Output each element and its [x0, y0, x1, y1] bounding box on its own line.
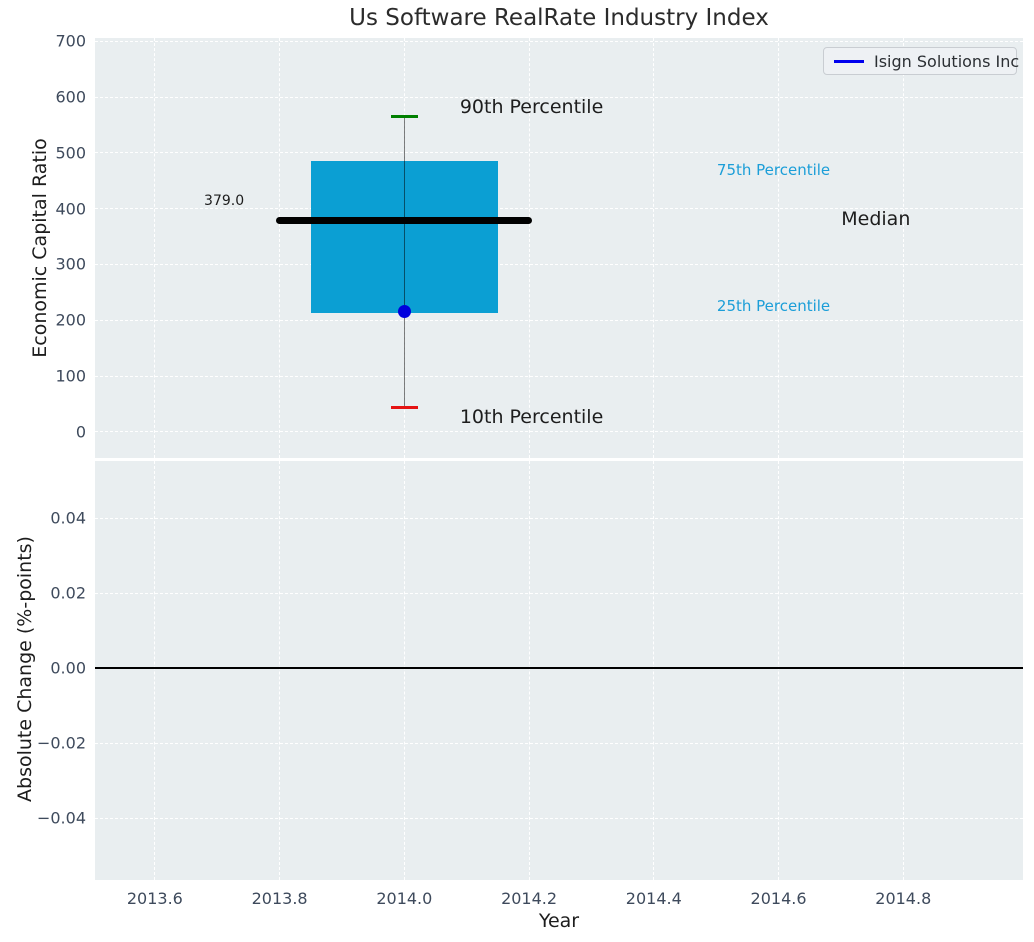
- annotation-25th-percentile: 25th Percentile: [717, 297, 830, 315]
- y-tick-label: 0.04: [50, 509, 86, 528]
- annotation-90th-percentile: 90th Percentile: [460, 96, 603, 118]
- figure: Us Software RealRate Industry Index 90th…: [0, 0, 1034, 942]
- x-tick-label: 2013.6: [127, 889, 183, 908]
- x-axis-label: Year: [539, 910, 579, 932]
- whisker-line: [404, 117, 406, 408]
- y-tick-label: 200: [55, 311, 86, 330]
- y-tick-label: 100: [55, 367, 86, 386]
- gridline-horizontal: [95, 264, 1023, 265]
- y-tick-label: 700: [55, 32, 86, 51]
- cap-90th-percentile: [391, 115, 418, 118]
- y-tick-label: 600: [55, 88, 86, 107]
- y-tick-label: 0.02: [50, 584, 86, 603]
- y-axis-label-top: Economic Capital Ratio: [29, 138, 51, 357]
- zero-line: [95, 667, 1023, 669]
- gridline-vertical: [903, 38, 904, 458]
- gridline-vertical: [778, 38, 779, 458]
- legend-line-sample: [834, 60, 864, 63]
- axes-top: 90th Percentile 75th Percentile Median 25th…: [95, 38, 1023, 458]
- y-axis-label-bottom: Absolute Change (%-points): [14, 536, 36, 802]
- company-point: [398, 305, 411, 318]
- x-tick-label: 2014.0: [376, 889, 432, 908]
- y-tick-label: 400: [55, 199, 86, 218]
- y-tick-label: −0.04: [37, 809, 86, 828]
- annotation-median: Median: [841, 208, 910, 230]
- gridline-horizontal: [95, 593, 1023, 594]
- annotation-379.0: 379.0: [204, 193, 244, 209]
- x-tick-label: 2014.8: [875, 889, 931, 908]
- gridline-horizontal: [95, 152, 1023, 153]
- axes-bottom: [95, 461, 1023, 880]
- legend-label: Isign Solutions Inc: [874, 52, 1019, 71]
- gridline-horizontal: [95, 743, 1023, 744]
- annotation-10th-percentile: 10th Percentile: [460, 406, 603, 428]
- y-tick-label: 500: [55, 143, 86, 162]
- y-tick-label: 0.00: [50, 659, 86, 678]
- x-tick-label: 2014.4: [626, 889, 682, 908]
- gridline-horizontal: [95, 41, 1023, 42]
- gridline-vertical: [154, 38, 155, 458]
- x-tick-label: 2014.2: [501, 889, 557, 908]
- y-tick-label: −0.02: [37, 734, 86, 753]
- x-tick-label: 2013.8: [252, 889, 308, 908]
- x-tick-label: 2014.6: [751, 889, 807, 908]
- y-tick-label: 300: [55, 255, 86, 274]
- annotation-75th-percentile: 75th Percentile: [717, 161, 830, 179]
- cap-10th-percentile: [391, 406, 418, 409]
- chart-title: Us Software RealRate Industry Index: [95, 5, 1023, 31]
- gridline-horizontal: [95, 376, 1023, 377]
- gridline-horizontal: [95, 818, 1023, 819]
- gridline-horizontal: [95, 320, 1023, 321]
- y-tick-label: 0: [76, 422, 86, 441]
- gridline-horizontal: [95, 431, 1023, 432]
- legend: Isign Solutions Inc: [823, 47, 1017, 75]
- gridline-vertical: [653, 38, 654, 458]
- gridline-vertical: [279, 38, 280, 458]
- gridline-horizontal: [95, 518, 1023, 519]
- median-line: [276, 217, 532, 224]
